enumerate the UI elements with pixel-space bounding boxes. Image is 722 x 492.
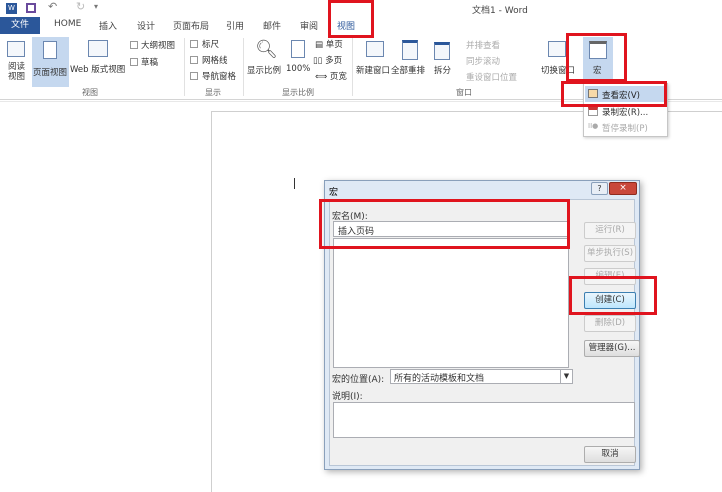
macro-list[interactable] (333, 238, 569, 368)
zoom-icon: 🔍︎ (255, 39, 278, 60)
draft-button[interactable]: 草稿 (141, 56, 158, 68)
read-mode-button[interactable]: 阅读 视图 (8, 62, 25, 82)
read-mode-icon (7, 41, 25, 57)
arrange-all-icon (402, 40, 418, 60)
location-label: 宏的位置(A): (332, 375, 385, 385)
menu-item-pause-recording[interactable]: 暂停录制(P) (602, 122, 648, 134)
highlight-macros-button (566, 33, 627, 82)
page-width-label: 页宽 (329, 72, 347, 82)
group-label-views: 视图 (82, 88, 98, 97)
close-button[interactable]: × (609, 182, 637, 195)
zoom-button[interactable]: 显示比例 (247, 64, 281, 76)
run-button[interactable]: 运行(R) (584, 222, 636, 239)
highlight-view-macros (561, 81, 667, 107)
print-layout-icon (43, 41, 57, 59)
menu-item-record-macro[interactable]: 录制宏(R)... (602, 106, 648, 118)
multiple-pages-label: 多页 (325, 56, 343, 66)
new-window-icon (366, 41, 384, 57)
group-label-zoom: 显示比例 (282, 88, 314, 97)
chevron-down-icon[interactable]: ▼ (560, 370, 572, 383)
navigation-pane-checkbox[interactable] (190, 72, 198, 80)
location-select[interactable]: 所有的活动模板和文档 ▼ (390, 369, 573, 384)
save-icon[interactable] (26, 3, 36, 13)
outline-icon (130, 41, 138, 49)
tab-home[interactable]: HOME (54, 19, 81, 29)
tab-file[interactable]: 文件 (0, 17, 40, 34)
help-button[interactable]: ? (591, 182, 608, 195)
web-layout-button[interactable]: Web 版式视图 (70, 63, 125, 75)
qat-dropdown-icon[interactable]: ▾ (94, 2, 98, 11)
description-label: 说明(I): (332, 392, 363, 402)
word-icon: W (6, 3, 17, 14)
draft-icon (130, 58, 138, 66)
print-layout-button[interactable]: 页面视图 (32, 37, 69, 87)
undo-icon[interactable]: ↶ (48, 0, 57, 13)
record-macro-icon (588, 107, 598, 116)
web-layout-icon (88, 40, 108, 57)
split-button[interactable]: 拆分 (434, 64, 451, 76)
tab-references[interactable]: 引用 (226, 19, 244, 32)
sync-scroll-button[interactable]: 同步滚动 (466, 55, 500, 67)
highlight-macro-name (319, 199, 570, 249)
view-side-by-side-button[interactable]: 并排查看 (466, 39, 500, 51)
split-icon (434, 42, 450, 60)
dialog-title: 宏 (329, 188, 339, 198)
multiple-pages-button[interactable]: ▯▯ 多页 (313, 54, 342, 66)
text-cursor (294, 178, 295, 189)
tab-layout[interactable]: 页面布局 (173, 19, 209, 32)
outline-button[interactable]: 大纲视图 (141, 39, 175, 51)
pause-recording-icon: II● (588, 122, 599, 130)
ruler-checkbox[interactable] (190, 40, 198, 48)
zoom-100-button[interactable]: 100% (286, 64, 310, 74)
new-window-button[interactable]: 新建窗口 (356, 64, 390, 76)
ruler-label: 标尺 (202, 40, 220, 50)
zoom-100-icon (291, 40, 305, 58)
redo-icon[interactable]: ↻ (76, 0, 85, 13)
print-layout-label: 页面视图 (33, 68, 68, 78)
tab-insert[interactable]: 插入 (99, 19, 117, 32)
step-into-button[interactable]: 单步执行(S) (584, 245, 636, 262)
window-title: 文档1 - Word (472, 6, 528, 16)
tab-design[interactable]: 设计 (137, 19, 155, 32)
group-label-window: 窗口 (456, 88, 472, 97)
description-box (333, 402, 635, 438)
delete-button[interactable]: 删除(D) (584, 315, 636, 332)
cancel-button[interactable]: 取消 (584, 446, 636, 463)
location-value: 所有的活动模板和文档 (394, 374, 485, 384)
organizer-button[interactable]: 管理器(G)... (584, 340, 640, 357)
navigation-pane-label: 导航窗格 (202, 72, 237, 82)
highlight-create-button (569, 276, 657, 315)
reset-window-position-button[interactable]: 重设窗口位置 (466, 71, 517, 83)
page-width-button[interactable]: ⟺ 页宽 (315, 70, 347, 82)
highlight-view-tab (328, 0, 374, 38)
arrange-all-button[interactable]: 全部重排 (391, 64, 425, 76)
one-page-label: 单页 (325, 40, 343, 50)
gridlines-checkbox[interactable] (190, 56, 198, 64)
group-label-show: 显示 (205, 88, 221, 97)
gridlines-label: 网格线 (202, 56, 228, 66)
tab-review[interactable]: 审阅 (300, 19, 318, 32)
switch-windows-icon (548, 41, 566, 57)
tab-mailings[interactable]: 邮件 (263, 19, 281, 32)
one-page-button[interactable]: ▤ 单页 (315, 38, 343, 50)
